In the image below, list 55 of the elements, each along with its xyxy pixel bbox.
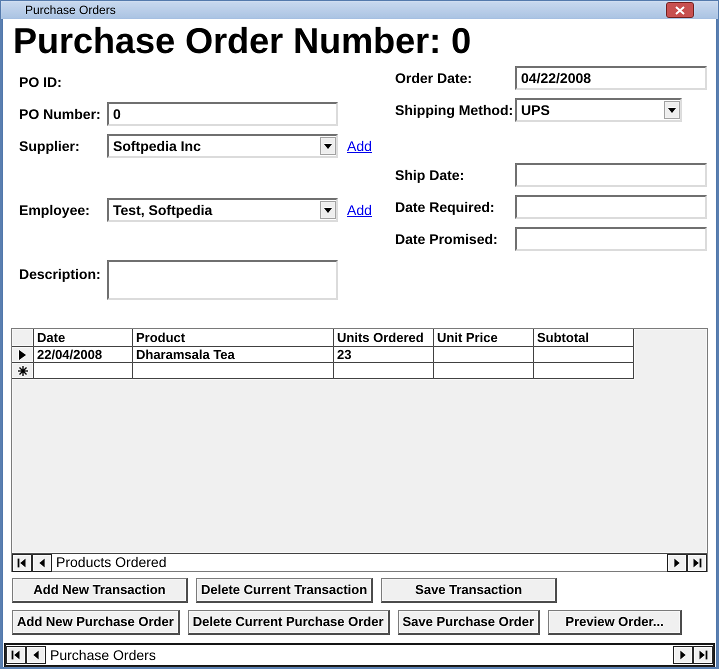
text-area[interactable]: [107, 260, 338, 300]
window-title: Purchase Orders: [25, 2, 116, 19]
close-button[interactable]: [666, 2, 694, 18]
table-cell: 23: [334, 347, 434, 363]
field-label: Employee:: [19, 200, 91, 220]
close-icon: [675, 6, 685, 14]
last-record-button[interactable]: [693, 646, 713, 664]
dropdown-field[interactable]: UPS: [515, 98, 682, 122]
action-button[interactable]: Save Transaction: [381, 578, 558, 603]
action-button[interactable]: Save Purchase Order: [398, 610, 540, 635]
text-field[interactable]: [515, 227, 707, 251]
text-field[interactable]: [515, 195, 707, 219]
record-selector[interactable]: [12, 363, 34, 379]
field-label: Date Required:: [395, 198, 496, 217]
column-header[interactable]: Units Ordered: [334, 329, 434, 347]
table-cell: 22/04/2008: [34, 347, 133, 363]
field-label: PO ID:: [19, 72, 62, 92]
dropdown-field[interactable]: Softpedia Inc: [107, 134, 338, 158]
new-record-icon: [18, 366, 28, 376]
column-header[interactable]: Unit Price: [434, 329, 534, 347]
current-record-icon: [19, 350, 26, 360]
text-field[interactable]: 04/22/2008: [515, 66, 707, 90]
header-corner-cell[interactable]: [12, 329, 34, 347]
previous-record-button[interactable]: [26, 646, 46, 664]
column-header[interactable]: Subtotal: [534, 329, 634, 347]
action-button[interactable]: Add New Purchase Order: [12, 610, 180, 635]
navigation-label: Products Ordered: [56, 553, 168, 572]
navigation-label: Purchase Orders: [50, 646, 157, 664]
action-button[interactable]: Delete Current Transaction: [196, 578, 374, 603]
record-selector[interactable]: [12, 347, 34, 363]
first-record-button[interactable]: [6, 646, 26, 664]
next-record-button[interactable]: [667, 554, 687, 572]
next-record-button[interactable]: [673, 646, 693, 664]
column-header[interactable]: Product: [133, 329, 334, 347]
add-link[interactable]: Add: [347, 136, 372, 156]
action-button[interactable]: Delete Current Purchase Order: [188, 610, 390, 635]
previous-record-button[interactable]: [32, 554, 52, 572]
field-label: Description:: [19, 265, 102, 284]
add-link[interactable]: Add: [347, 200, 372, 220]
field-label: Order Date:: [395, 68, 474, 88]
column-header[interactable]: Date: [34, 329, 133, 347]
text-field[interactable]: [515, 163, 707, 187]
action-button[interactable]: Preview Order...: [548, 610, 682, 635]
form-heading: Purchase Order Number: 0: [13, 20, 472, 62]
field-label: Ship Date:: [395, 166, 466, 185]
text-field[interactable]: 0: [107, 102, 338, 126]
table-cell: Dharamsala Tea: [133, 347, 334, 363]
action-button[interactable]: Add New Transaction: [12, 578, 188, 603]
field-label: Supplier:: [19, 136, 81, 156]
field-label: Date Promised:: [395, 230, 499, 248]
field-label: PO Number:: [19, 104, 102, 124]
last-record-button[interactable]: [687, 554, 707, 572]
first-record-button[interactable]: [12, 554, 32, 572]
dropdown-field[interactable]: Test, Softpedia: [107, 198, 338, 222]
field-label: Shipping Method:: [395, 100, 514, 120]
